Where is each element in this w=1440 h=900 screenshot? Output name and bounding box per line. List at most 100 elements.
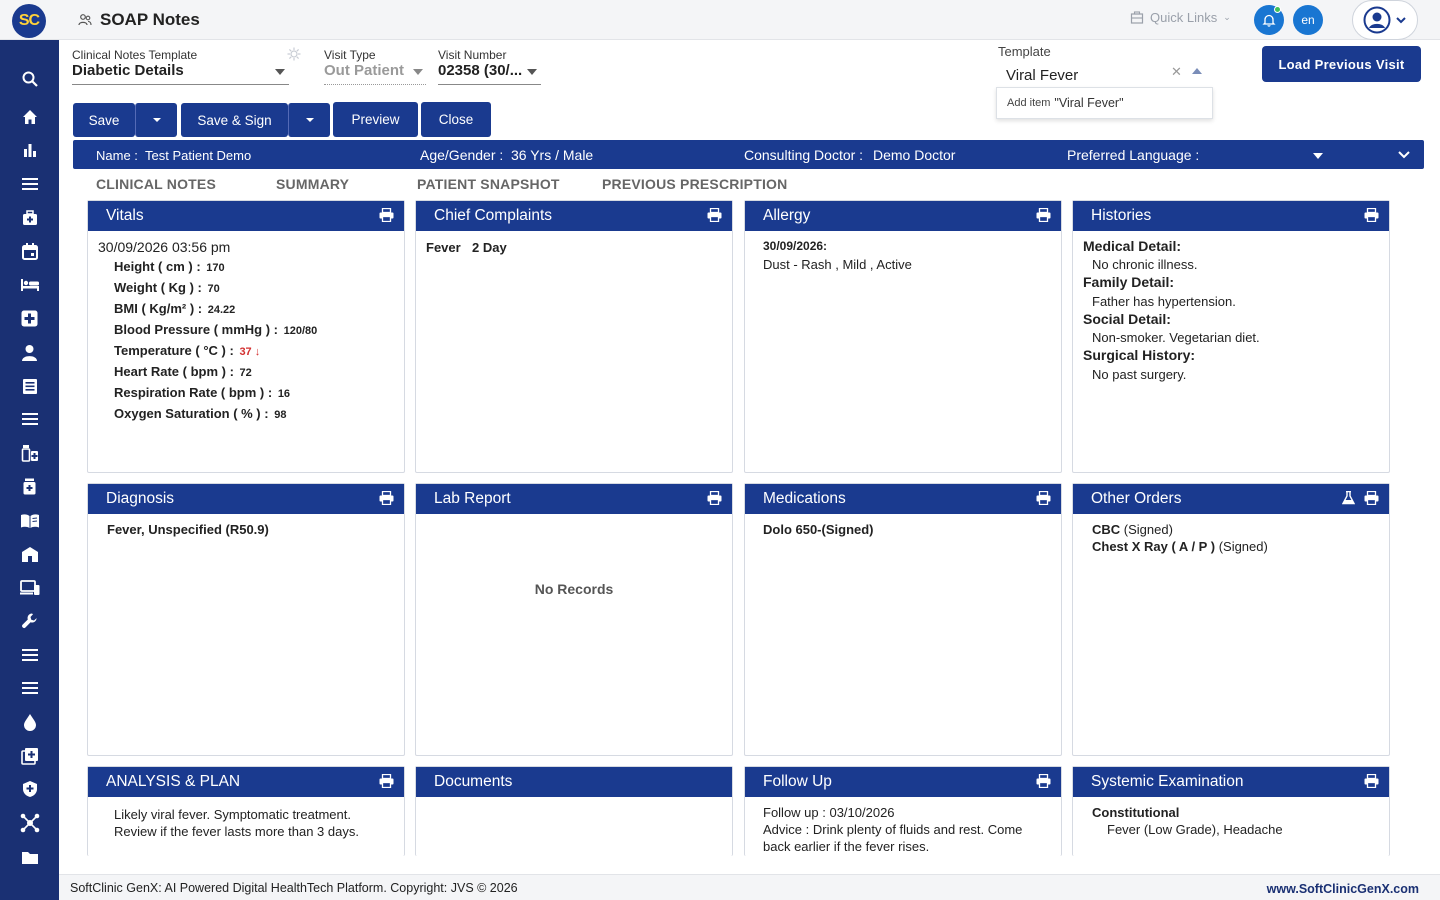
preferred-language-label: Preferred Language : (1067, 147, 1200, 163)
sidebar (0, 40, 59, 900)
allergy-date: 30/09/2026: (763, 239, 828, 253)
language-button[interactable]: en (1293, 5, 1323, 35)
other-orders-header: Other Orders (1073, 484, 1389, 514)
save-dropdown-button[interactable] (135, 103, 177, 137)
add-box-icon[interactable] (0, 741, 59, 771)
hospital-cross-icon[interactable] (0, 303, 59, 333)
menu-icon[interactable] (0, 169, 59, 199)
documents-header: Documents (416, 767, 732, 797)
print-icon[interactable] (1364, 491, 1379, 505)
save-button[interactable]: Save (73, 103, 135, 137)
chevron-down-icon: ⌄ (1223, 12, 1231, 22)
preview-button[interactable]: Preview (333, 102, 418, 137)
network-icon[interactable] (0, 808, 59, 838)
menu-icon[interactable] (0, 673, 59, 703)
settings-gear-icon[interactable] (287, 47, 301, 61)
allergy-detail: Dust - Rash , Mild , Active (763, 257, 912, 272)
footer-website-link[interactable]: www.SoftClinicGenX.com (1267, 882, 1419, 896)
vital-row: Oxygen Saturation ( % ) : 98 (114, 406, 286, 421)
language-dropdown-caret[interactable] (1313, 153, 1323, 159)
drop-icon[interactable] (0, 707, 59, 737)
patient-info-bar: Name : Test Patient Demo Age/Gender : 36… (73, 140, 1424, 169)
print-icon[interactable] (1036, 491, 1051, 505)
systemic-examination-header: Systemic Examination (1073, 767, 1389, 797)
chief-complaints-header: Chief Complaints (416, 201, 732, 231)
lab-flask-icon[interactable] (1342, 491, 1355, 505)
calendar-icon[interactable] (0, 236, 59, 266)
document-list-icon[interactable] (0, 371, 59, 401)
tab-patient-snapshot[interactable]: PATIENT SNAPSHOT (417, 176, 560, 192)
notifications-button[interactable] (1254, 5, 1284, 35)
chief-complaints-card: Chief Complaints Fever 2 Day (415, 200, 733, 473)
chevron-down-icon[interactable] (275, 69, 285, 75)
diagnosis-text: Fever, Unspecified (R50.9) (107, 522, 269, 537)
clinical-notes-template-select[interactable]: Diabetic Details (72, 62, 184, 79)
chevron-down-icon (1396, 17, 1406, 24)
visit-number-select[interactable]: 02358 (30/... (438, 62, 522, 79)
vital-label: Weight ( Kg ) : (114, 280, 202, 295)
save-and-sign-button[interactable]: Save & Sign (181, 103, 288, 137)
documents-title: Documents (434, 773, 513, 790)
print-icon[interactable] (1036, 208, 1051, 222)
shield-icon[interactable] (0, 774, 59, 804)
vital-row: Respiration Rate ( bpm ) : 16 (114, 385, 290, 400)
pharmacy-icon[interactable] (0, 471, 59, 501)
add-item-value: "Viral Fever" (1054, 96, 1124, 110)
vital-value: 72 (239, 367, 252, 379)
folder-icon[interactable] (0, 842, 59, 872)
medicines-icon[interactable] (0, 438, 59, 468)
quick-links-icon (1130, 10, 1144, 24)
wrench-icon[interactable] (0, 606, 59, 636)
print-icon[interactable] (379, 208, 394, 222)
patient-name-label: Name : (96, 148, 138, 163)
building-icon[interactable] (0, 539, 59, 569)
template-dropdown-option[interactable]: Add item "Viral Fever" (996, 87, 1213, 119)
save-sign-dropdown-button[interactable] (288, 103, 330, 137)
chevron-down-icon[interactable] (1398, 150, 1410, 160)
devices-icon[interactable] (0, 573, 59, 603)
follow-up-advice: back earlier if the fever rises. (763, 839, 930, 854)
person-icon[interactable] (0, 337, 59, 367)
print-icon[interactable] (1036, 774, 1051, 788)
print-icon[interactable] (1364, 208, 1379, 222)
load-previous-visit-button[interactable]: Load Previous Visit (1262, 46, 1421, 82)
allergy-title: Allergy (763, 207, 811, 224)
tab-summary[interactable]: SUMMARY (276, 176, 349, 192)
other-orders-card: Other Orders CBC (Signed) Chest X Ray ( … (1072, 483, 1390, 756)
tab-previous-prescription[interactable]: PREVIOUS PRESCRIPTION (602, 176, 787, 192)
vitals-date: 30/09/2026 03:56 pm (98, 239, 231, 255)
medication-item: Dolo 650-(Signed) (763, 522, 874, 537)
close-icon[interactable]: ✕ (1171, 64, 1182, 80)
book-icon[interactable] (0, 506, 59, 536)
lab-report-card: Lab Report No Records (415, 483, 733, 756)
footer: SoftClinic GenX: AI Powered Digital Heal… (59, 874, 1440, 900)
print-icon[interactable] (379, 774, 394, 788)
bar-chart-icon[interactable] (0, 135, 59, 165)
user-menu-button[interactable] (1352, 0, 1418, 40)
print-icon[interactable] (707, 208, 722, 222)
print-icon[interactable] (379, 491, 394, 505)
menu-icon[interactable] (0, 640, 59, 670)
vital-value: 24.22 (207, 304, 236, 316)
tab-clinical-notes[interactable]: CLINICAL NOTES (96, 176, 216, 192)
follow-up-card: Follow Up Follow up : 03/10/2026 Advice … (744, 766, 1062, 856)
visit-number-label: Visit Number (438, 48, 507, 62)
print-icon[interactable] (1364, 774, 1379, 788)
vital-row: Height ( cm ) : 170 (114, 259, 225, 274)
chevron-down-icon[interactable] (527, 69, 537, 75)
close-button[interactable]: Close (421, 102, 491, 137)
footer-copyright: SoftClinic GenX: AI Powered Digital Heal… (70, 881, 518, 895)
lab-report-header: Lab Report (416, 484, 732, 514)
page-title-area: SOAP Notes (78, 10, 200, 30)
search-icon[interactable] (0, 64, 59, 94)
app-logo[interactable]: SC (12, 4, 46, 38)
bell-icon (1262, 14, 1276, 27)
print-icon[interactable] (707, 491, 722, 505)
medical-bag-icon[interactable] (0, 203, 59, 233)
chevron-up-icon[interactable] (1192, 68, 1202, 74)
quick-links-menu[interactable]: Quick Links ⌄ (1130, 10, 1231, 25)
analysis-line: Review if the fever lasts more than 3 da… (114, 824, 359, 839)
menu-icon[interactable] (0, 404, 59, 434)
home-icon[interactable] (0, 102, 59, 132)
bed-icon[interactable] (0, 270, 59, 300)
